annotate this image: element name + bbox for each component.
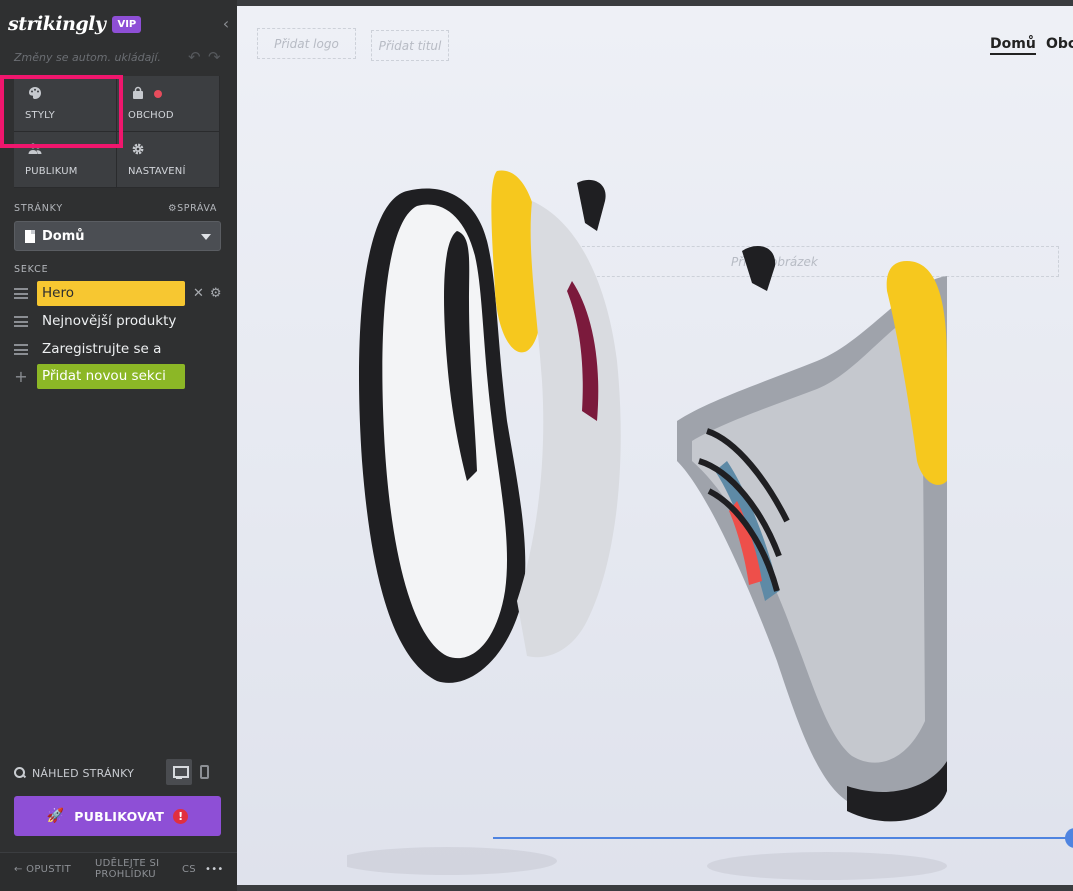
add-section-button[interactable]: Přidat novou sekci [37,364,185,389]
tile-settings-label: NASTAVENÍ [128,166,186,177]
section-item-signup[interactable]: Zaregistrujte se a [14,337,229,362]
rocket-icon: 🚀 [46,808,65,824]
tile-audience-label: PUBLIKUM [25,166,78,177]
tile-shop[interactable]: OBCHOD [117,76,220,132]
page-preview: NÁHLED STRÁNKY [14,759,220,785]
search-icon [14,767,26,779]
section-item-products[interactable]: Nejnovější produkty [14,309,229,334]
language-selector[interactable]: CS [182,864,196,875]
mobile-icon[interactable] [200,765,209,779]
nav-link-shop[interactable]: Obc [1046,36,1073,52]
sidebar-footer: ← OPUSTIT UDĚLEJTE SI PROHLÍDKU CS ••• [0,852,237,891]
section-divider-line [493,837,1073,839]
publish-button[interactable]: 🚀 PUBLIKOVAT ! [14,796,221,836]
site-canvas: Přidat logo Přidat titul Domů Obc Přidat… [237,6,1073,885]
vip-badge: VIP [112,15,142,33]
gear-icon: ⚙ [168,203,178,214]
notification-dot [154,90,162,98]
editor-sidebar: strikingly VIP ‹ Změny se autom. ukládaj… [0,0,237,891]
plus-icon: + [14,366,28,386]
section-label: Zaregistrujte se a [42,341,162,357]
tour-button[interactable]: UDĚLEJTE SI PROHLÍDKU [95,858,159,880]
current-page-name: Domů [42,228,85,244]
sections-heading: SEKCE [14,264,49,275]
pages-heading: STRÁNKY [14,203,63,214]
autosave-notice: Změny se autom. ukládají. [14,51,161,64]
tour-label-line2: PROHLÍDKU [95,869,156,880]
drag-handle-icon[interactable] [14,316,28,327]
leave-label: OPUSTIT [26,864,72,875]
publish-label: PUBLIKOVAT [74,808,165,824]
styles-highlight-annotation [0,75,123,148]
gear-icon[interactable]: ⚙ [210,286,222,301]
add-title-placeholder[interactable]: Přidat titul [371,30,449,61]
manage-pages-label: SPRÁVA [177,203,217,214]
brand: strikingly VIP [8,10,142,38]
section-resize-handle[interactable] [1065,828,1073,848]
preview-label[interactable]: NÁHLED STRÁNKY [32,767,134,780]
strikingly-logo: strikingly [8,13,106,35]
more-icon[interactable]: ••• [205,864,224,875]
page-selector[interactable]: Domů [14,221,221,251]
bag-icon [133,86,143,99]
hero-image-sneakers [347,170,947,880]
canvas-bottom-border [237,885,1073,891]
close-icon[interactable]: ✕ [193,286,204,301]
tour-label-line1: UDĚLEJTE SI [95,858,160,869]
tile-settings[interactable]: NASTAVENÍ [117,132,220,188]
redo-icon[interactable]: ↷ [208,48,221,66]
document-icon [25,229,35,243]
section-item-hero[interactable]: Hero ✕ ⚙ [14,281,229,306]
add-logo-placeholder[interactable]: Přidat logo [257,28,356,59]
leave-button[interactable]: ← OPUSTIT [14,864,71,875]
tile-shop-label: OBCHOD [128,110,174,121]
add-section-row[interactable]: + Přidat novou sekci [14,364,229,389]
chevron-down-icon [201,234,211,240]
undo-icon[interactable]: ↶ [188,48,201,66]
arrow-left-icon: ← [14,864,23,875]
drag-handle-icon[interactable] [14,288,28,299]
gear-icon [132,143,144,155]
manage-pages-link[interactable]: ⚙SPRÁVA [168,203,217,214]
warning-icon: ! [173,808,189,824]
section-label: Hero [37,281,185,306]
section-label: Nejnovější produkty [42,313,177,329]
drag-handle-icon[interactable] [14,344,28,355]
nav-link-home[interactable]: Domů [990,36,1036,55]
chevron-left-icon[interactable]: ‹ [220,14,232,34]
desktop-icon[interactable] [166,759,192,785]
